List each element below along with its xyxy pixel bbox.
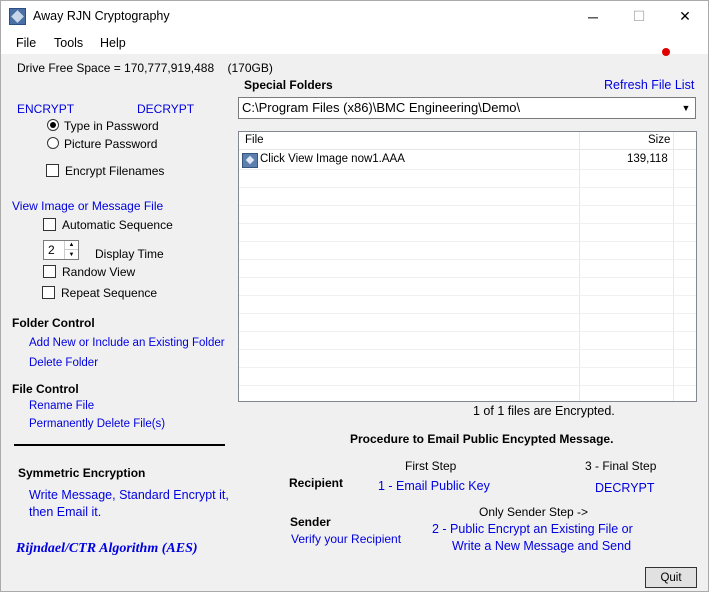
decrypt-link[interactable]: DECRYPT [137, 102, 194, 116]
random-view-checkbox[interactable] [43, 265, 56, 278]
menu-help[interactable]: Help [100, 36, 126, 50]
procedure-heading: Procedure to Email Public Encypted Messa… [350, 432, 614, 446]
picture-password-label: Picture Password [64, 137, 158, 151]
public-encrypt-link-line1[interactable]: 2 - Public Encrypt an Existing File or [432, 522, 633, 536]
display-time-value: 2 [48, 243, 55, 257]
only-sender-step-label: Only Sender Step -> [479, 505, 589, 519]
email-public-key-link[interactable]: 1 - Email Public Key [378, 479, 490, 493]
repeat-sequence-checkbox[interactable] [42, 286, 55, 299]
algorithm-label: Rijndael/CTR Algorithm (AES) [16, 541, 198, 556]
quit-button[interactable]: Quit [645, 567, 697, 588]
app-icon [9, 8, 26, 25]
type-password-label: Type in Password [64, 119, 159, 133]
final-step-label: 3 - Final Step [585, 459, 657, 473]
window-title: Away RJN Cryptography [33, 9, 170, 23]
folder-path-value: C:\Program Files (x86)\BMC Engineering\D… [242, 100, 521, 115]
delete-folder-link[interactable]: Delete Folder [29, 357, 98, 369]
column-header-file[interactable]: File [245, 132, 264, 150]
divider [14, 444, 225, 446]
file-size: 139,118 [627, 153, 668, 165]
view-image-link[interactable]: View Image or Message File [12, 199, 163, 213]
sender-label: Sender [290, 515, 331, 529]
chevron-down-icon[interactable]: ▼ [677, 98, 695, 118]
encrypt-link[interactable]: ENCRYPT [17, 102, 74, 116]
stepper-up-icon[interactable]: ▲ [65, 241, 78, 250]
first-step-label: First Step [405, 459, 457, 473]
file-name: Click View Image now1.AAA [260, 153, 405, 165]
folder-path-select[interactable]: C:\Program Files (x86)\BMC Engineering\D… [238, 97, 696, 119]
main-window: Away RJN Cryptography ─ ☐ ✕ File Tools H… [0, 0, 709, 592]
automatic-sequence-checkbox[interactable] [43, 218, 56, 231]
special-folders-heading: Special Folders [244, 78, 333, 92]
standard-encrypt-link-line2[interactable]: then Email it. [29, 505, 101, 519]
verify-recipient-link[interactable]: Verify your Recipient [291, 532, 401, 546]
minimize-button[interactable]: ─ [570, 1, 616, 32]
refresh-file-list-link[interactable]: Refresh File List [604, 78, 694, 92]
status-dot-icon [662, 48, 670, 56]
file-list[interactable]: File Size Click View Image now1.AAA 139,… [238, 131, 697, 402]
standard-encrypt-link-line1[interactable]: Write Message, Standard Encrypt it, [29, 488, 229, 502]
stepper-buttons: ▲ ▼ [64, 241, 78, 259]
rename-file-link[interactable]: Rename File [29, 400, 94, 412]
type-password-radio[interactable] [47, 119, 59, 131]
menu-file[interactable]: File [16, 36, 36, 50]
automatic-sequence-label: Automatic Sequence [62, 218, 173, 232]
public-encrypt-link-line2[interactable]: Write a New Message and Send [452, 539, 631, 553]
column-header-size[interactable]: Size [648, 132, 670, 150]
encrypted-status: 1 of 1 files are Encrypted. [473, 404, 615, 418]
menu-bar: File Tools Help [1, 32, 708, 54]
drive-free-space: Drive Free Space = 170,777,919,488 (170G… [17, 61, 273, 75]
display-time-stepper[interactable]: 2 ▲ ▼ [43, 240, 79, 260]
encrypt-filenames-label: Encrypt Filenames [65, 164, 165, 178]
final-decrypt-link[interactable]: DECRYPT [595, 481, 655, 495]
delete-file-link[interactable]: Permanently Delete File(s) [29, 418, 165, 430]
file-control-heading: File Control [12, 382, 79, 396]
maximize-button[interactable]: ☐ [616, 1, 662, 32]
symmetric-heading: Symmetric Encryption [18, 466, 146, 480]
image-file-icon [242, 153, 258, 168]
menu-tools[interactable]: Tools [54, 36, 83, 50]
display-time-label: Display Time [95, 247, 164, 261]
title-bar[interactable]: Away RJN Cryptography ─ ☐ ✕ [1, 1, 708, 32]
repeat-sequence-label: Repeat Sequence [61, 286, 158, 300]
stepper-down-icon[interactable]: ▼ [65, 250, 78, 259]
close-button[interactable]: ✕ [662, 1, 708, 32]
file-list-header: File Size [239, 132, 696, 150]
random-view-label: Randow View [62, 265, 136, 279]
recipient-label: Recipient [289, 476, 344, 490]
encrypt-filenames-checkbox[interactable] [46, 164, 59, 177]
picture-password-radio[interactable] [47, 137, 59, 149]
add-folder-link[interactable]: Add New or Include an Existing Folder [29, 337, 225, 349]
folder-control-heading: Folder Control [12, 316, 95, 330]
